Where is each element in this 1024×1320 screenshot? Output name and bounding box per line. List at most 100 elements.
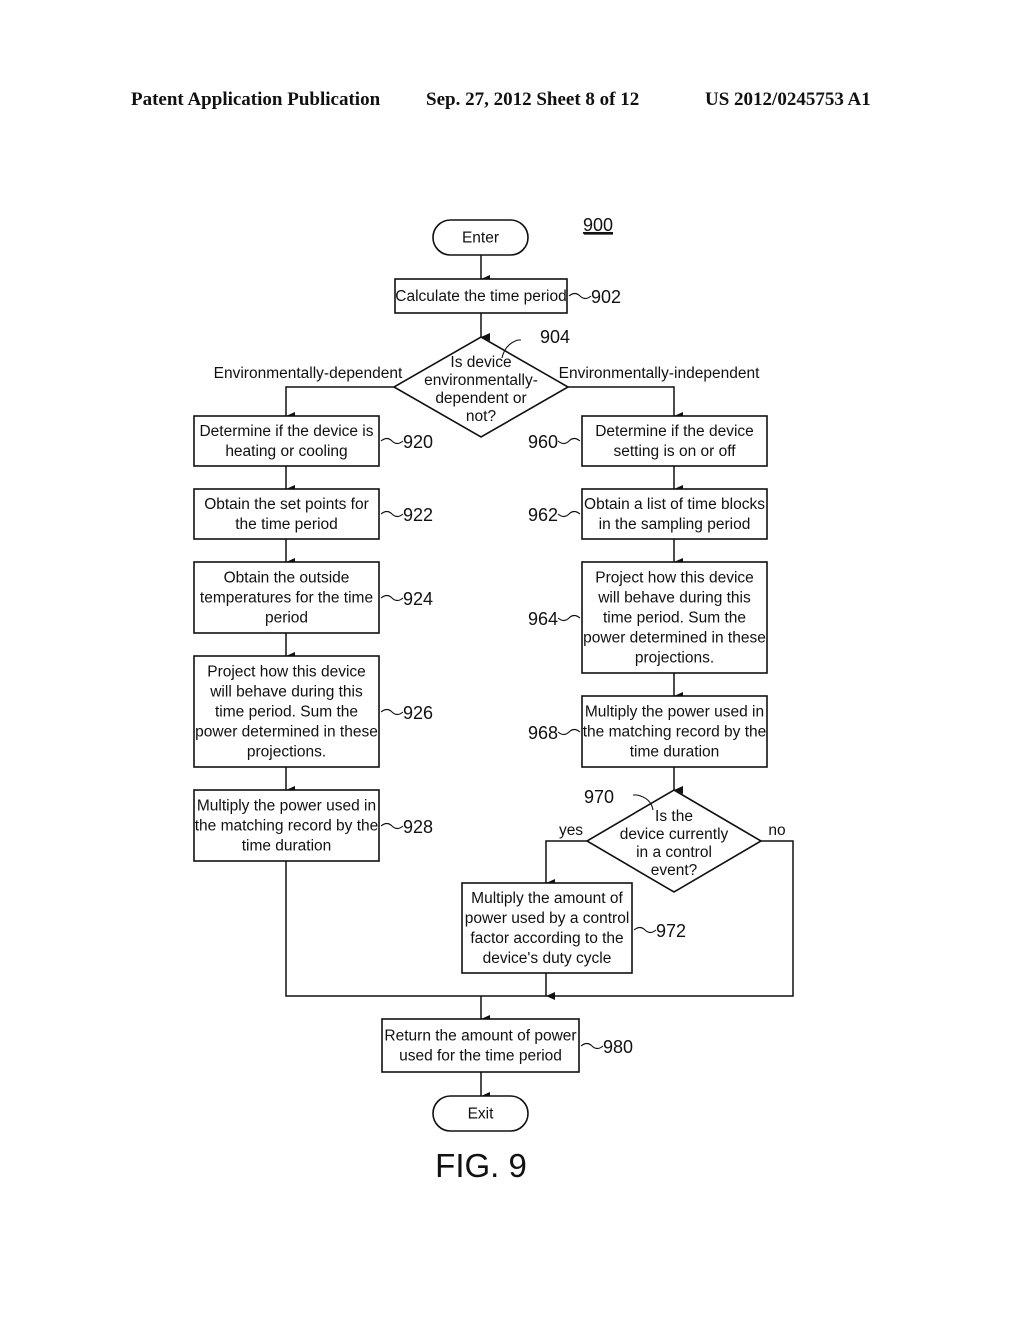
leader-line: [380, 510, 404, 518]
node-text-line: will behave during this: [209, 684, 363, 701]
node-text-line: not?: [466, 408, 497, 425]
node-text-line: projections.: [247, 744, 326, 761]
node-text-line: factor according to the: [470, 930, 623, 947]
node-text-line: Obtain a list of time blocks: [584, 496, 765, 513]
node-text-line: Project how this device: [207, 664, 366, 681]
process-n926: Project how this device will behave durin…: [193, 655, 380, 768]
reference-number: 972: [656, 921, 686, 941]
leader-line: [557, 437, 581, 445]
node-text-line: the matching record by the: [195, 818, 379, 835]
node-text-line: Obtain the outside: [224, 570, 350, 587]
reference-number: 922: [403, 505, 433, 525]
process-n920: Determine if the device is heating or coo…: [193, 415, 380, 467]
node-text-line: Calculate the time period: [395, 288, 566, 305]
reference-number: 960: [528, 432, 558, 452]
node-text-line: Determine if the device is: [199, 423, 373, 440]
edge-label-no: no: [768, 822, 785, 839]
reference-numeral-964: 964: [528, 609, 581, 629]
reference-number: 980: [603, 1037, 633, 1057]
node-text-line: setting is on or off: [613, 443, 736, 460]
node-text-line: power used by a control: [465, 910, 630, 927]
node-text-line: Exit: [468, 1106, 495, 1123]
process-n972: Multiply the amount of power used by a co…: [461, 882, 633, 974]
leader-line: [580, 1042, 604, 1050]
leader-line: [380, 822, 404, 830]
process-n902: Calculate the time period: [394, 278, 568, 314]
node-text-line: period: [265, 610, 308, 627]
node-text-line: power determined in these: [583, 630, 766, 647]
edge-label-yes: yes: [559, 822, 583, 839]
reference-number: 962: [528, 505, 558, 525]
leader-line: [380, 437, 404, 445]
reference-numeral-968: 968: [528, 723, 581, 743]
node-text-line: time period. Sum the: [215, 704, 358, 721]
process-n980: Return the amount of power used for the t…: [381, 1018, 580, 1073]
terminal-enter: Enter: [432, 219, 529, 256]
node-text-line: Multiply the amount of: [471, 890, 623, 907]
leader-line: [633, 926, 657, 934]
node-text-line: Return the amount of power: [384, 1028, 576, 1045]
process-n962: Obtain a list of time blocks in the sampl…: [581, 488, 768, 540]
reference-number: 920: [403, 432, 433, 452]
reference-numeral-902: 902: [568, 287, 621, 307]
figure-caption: FIG. 9: [435, 1147, 527, 1184]
reference-numeral-924: 924: [380, 589, 433, 609]
node-text-line: Obtain the set points for: [204, 496, 369, 513]
reference-numeral-920: 920: [380, 432, 433, 452]
reference-numeral-922: 922: [380, 505, 433, 525]
process-n922: Obtain the set points for the time period: [193, 488, 380, 540]
node-text-line: Project how this device: [595, 570, 754, 587]
reference-number: 902: [591, 287, 621, 307]
reference-numeral-970: 970: [584, 787, 654, 811]
node-text-line: Multiply the power used in: [585, 704, 764, 721]
node-text-line: will behave during this: [597, 590, 751, 607]
leader-line: [557, 510, 581, 518]
process-n964: Project how this device will behave durin…: [581, 561, 768, 674]
reference-number: 904: [540, 327, 570, 347]
process-n960: Determine if the device setting is on or …: [581, 415, 768, 467]
node-text-line: the time period: [235, 516, 338, 533]
process-n968: Multiply the power used in the matching r…: [581, 695, 768, 768]
node-text-line: time period. Sum the: [603, 610, 746, 627]
reference-number: 964: [528, 609, 558, 629]
node-text-line: in the sampling period: [599, 516, 751, 533]
figure-reference-number: 900: [583, 215, 613, 235]
node-text-line: Multiply the power used in: [197, 798, 376, 815]
reference-numeral-904: 904: [501, 327, 570, 359]
terminal-exit: Exit: [432, 1095, 529, 1132]
node-text-line: device's duty cycle: [483, 950, 612, 967]
leader-line: [557, 728, 581, 736]
edge-904-920: [285, 386, 394, 420]
reference-numeral-972: 972: [633, 921, 686, 941]
node-text-line: the matching record by the: [583, 724, 767, 741]
node-text-line: time duration: [630, 744, 720, 761]
process-n928: Multiply the power used in the matching r…: [193, 789, 380, 862]
edge-970-972-yes: [545, 840, 587, 887]
edge-928-merge: [285, 861, 481, 997]
flowchart: Enter Calculate the time period Is devicee…: [193, 215, 794, 1184]
reference-numeral-962: 962: [528, 505, 581, 525]
node-text-line: used for the time period: [399, 1048, 562, 1065]
node-text-line: Is the: [655, 808, 693, 825]
node-text-line: Determine if the device: [595, 423, 754, 440]
reference-numeral-926: 926: [380, 703, 433, 723]
edge-label-environmentally-dependent: Environmentally-dependent: [214, 365, 403, 382]
reference-numeral-960: 960: [528, 432, 581, 452]
edge-904-960: [568, 386, 683, 420]
reference-number: 928: [403, 817, 433, 837]
reference-number: 924: [403, 589, 433, 609]
leader-line: [557, 614, 581, 622]
leader-line: [380, 594, 404, 602]
reference-number: 926: [403, 703, 433, 723]
node-text-line: power determined in these: [195, 724, 378, 741]
process-n924: Obtain the outside temperatures for the t…: [193, 561, 380, 634]
node-text-line: environmentally-: [424, 372, 538, 389]
reference-number: 968: [528, 723, 558, 743]
node-text-line: dependent or: [435, 390, 526, 407]
reference-number: 970: [584, 787, 614, 807]
node-text-line: device currently: [620, 826, 729, 843]
node-text-line: event?: [651, 862, 698, 879]
node-text-line: time duration: [242, 838, 332, 855]
node-text-line: Enter: [462, 230, 499, 247]
decision-n904: Is deviceenvironmentally-dependent ornot…: [392, 336, 570, 438]
